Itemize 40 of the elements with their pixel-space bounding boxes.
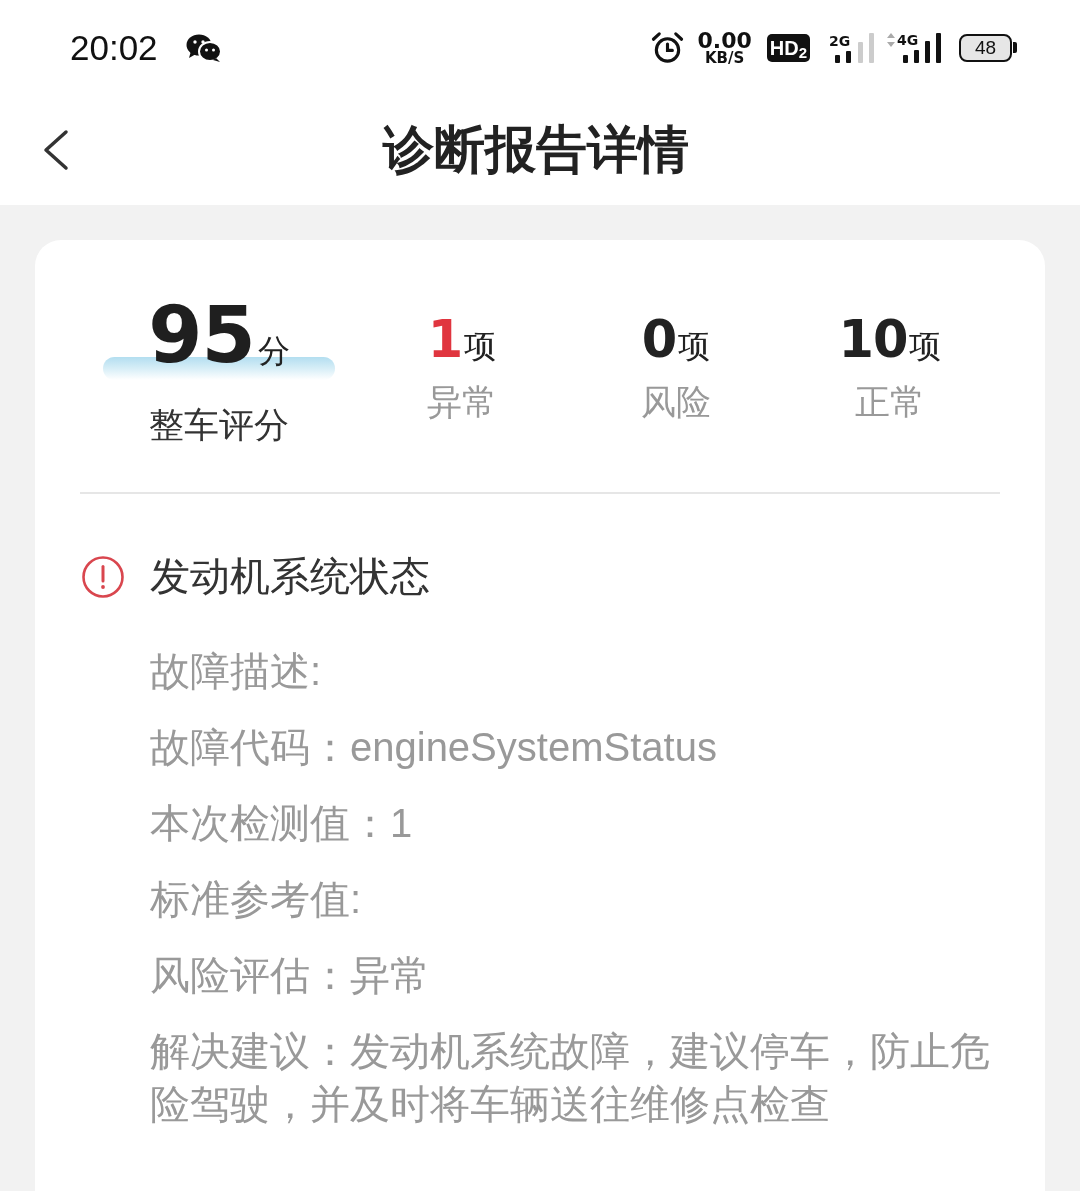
score-value: 95: [148, 296, 255, 374]
alert-icon: [82, 555, 124, 598]
detail-line: 故障描述:: [150, 648, 323, 695]
signal-bar-icon: [846, 50, 851, 63]
stat-unit: 项: [678, 330, 711, 362]
back-chevron-icon: [41, 129, 69, 171]
signal-bar-icon: [869, 32, 874, 63]
score-unit: 分: [257, 335, 290, 367]
battery-indicator: 48: [959, 33, 1017, 62]
network-speed-unit: KB/S: [704, 50, 745, 66]
hd-voice-badge: HD$_{2}$: [766, 33, 810, 62]
stat-label: 异常: [427, 382, 497, 422]
network-type-label: 4G: [897, 32, 919, 47]
signal-bar-icon: [835, 54, 840, 63]
score-label: 整车评分: [149, 405, 289, 445]
network-type-label: 2G: [829, 33, 851, 48]
stat-count: 0: [641, 314, 677, 365]
stat-label: 正常: [855, 382, 925, 422]
signal-bar-icon: [914, 49, 919, 63]
signal-bar-icon: [903, 54, 908, 63]
detail-line: 解决建议：发动机系统故障，建议停车，防止危险驾驶，并及时将车辆送往维修点检查: [150, 1028, 991, 1128]
signal-bar-icon: [936, 32, 941, 63]
detail-line: 本次检测值：1: [150, 800, 414, 847]
network-speed-value: 0.00: [697, 29, 752, 51]
chat-bubbles-icon: [185, 32, 222, 63]
stat-unit: 项: [464, 330, 497, 362]
stat-count: 10: [838, 314, 908, 365]
stat-count: 1: [427, 314, 463, 365]
detail-line: 标准参考值:: [150, 876, 363, 923]
stat-label: 风险: [641, 382, 711, 422]
stat-unit: 项: [909, 330, 942, 362]
section-title: 发动机系统状态: [150, 553, 430, 600]
detail-line: 风险评估：异常: [150, 952, 431, 999]
page-title: 诊断报告详情: [383, 120, 690, 180]
status-time: 20:02: [70, 30, 158, 65]
detail-line: 故障代码：engineSystemStatus: [150, 724, 718, 771]
signal-bar-icon: [925, 40, 930, 63]
alarm-clock-icon: [651, 31, 685, 64]
data-arrows-icon: [887, 32, 895, 47]
signal-bar-icon: [858, 41, 863, 63]
